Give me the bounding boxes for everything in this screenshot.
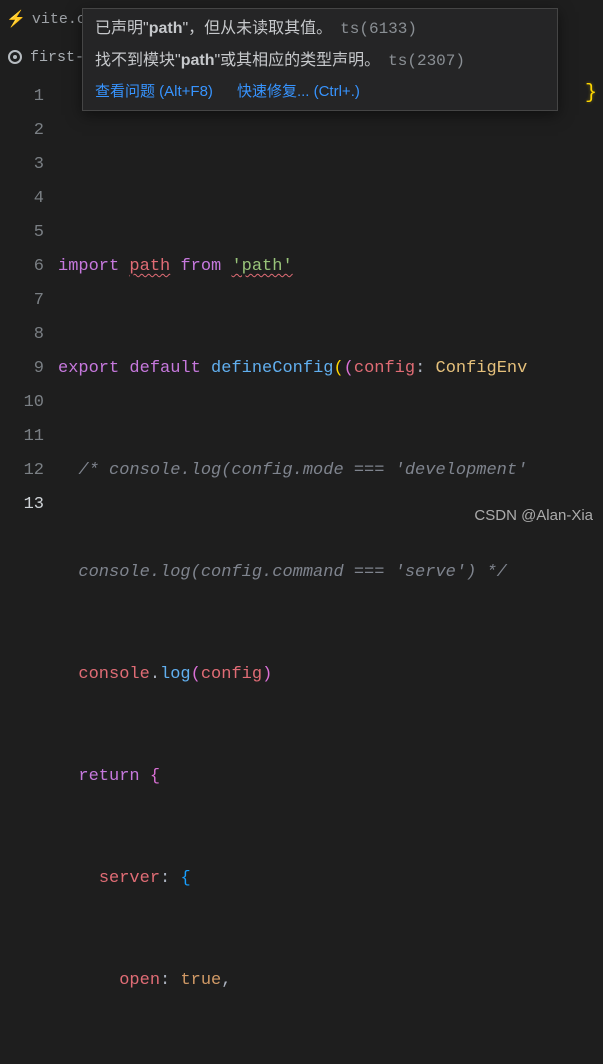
line-number: 1: [0, 80, 44, 114]
code-line[interactable]: export default defineConfig((config: Con…: [58, 352, 603, 386]
vite-icon: ⚡: [6, 9, 26, 29]
watermark: CSDN @Alan-Xia: [474, 507, 593, 524]
line-number: 2: [0, 114, 44, 148]
code-line[interactable]: import path from 'path': [58, 250, 603, 284]
symbol-icon: [8, 50, 22, 64]
code-line[interactable]: server: {: [58, 862, 603, 896]
line-number: 3: [0, 148, 44, 182]
diagnostic-actions: 查看问题 (Alt+F8) 快速修复... (Ctrl+.): [95, 81, 545, 104]
code-line[interactable]: open: true,: [58, 964, 603, 998]
code-line[interactable]: console.log(config.command === 'serve') …: [58, 556, 603, 590]
line-number: 13: [0, 488, 44, 522]
line-number: 12: [0, 454, 44, 488]
code-line[interactable]: console.log(config): [58, 658, 603, 692]
line-number: 7: [0, 284, 44, 318]
code-line[interactable]: /* console.log(config.mode === 'developm…: [58, 454, 603, 488]
view-problem-link[interactable]: 查看问题 (Alt+F8): [95, 81, 213, 104]
line-number: 4: [0, 182, 44, 216]
line-number: 6: [0, 250, 44, 284]
line-number: 5: [0, 216, 44, 250]
code-line[interactable]: return {: [58, 760, 603, 794]
line-number: 11: [0, 420, 44, 454]
line-number: 9: [0, 352, 44, 386]
diagnostic-message: 已声明"path"，但从未读取其值。ts(6133): [95, 17, 545, 41]
diagnostic-hover: 已声明"path"，但从未读取其值。ts(6133) 找不到模块"path"或其…: [82, 8, 558, 111]
line-number: 10: [0, 386, 44, 420]
diagnostic-message: 找不到模块"path"或其相应的类型声明。ts(2307): [95, 49, 545, 73]
line-gutter: 1 2 3 4 5 6 7 8 9 10 11 12 13: [0, 76, 58, 532]
code-line[interactable]: [58, 148, 603, 182]
quick-fix-link[interactable]: 快速修复... (Ctrl+.): [237, 81, 360, 104]
minimap-overflow-brace: }: [585, 82, 597, 105]
code-editor[interactable]: 1 2 3 4 5 6 7 8 9 10 11 12 13 import pat…: [0, 76, 603, 532]
code-area[interactable]: import path from 'path' export default d…: [58, 76, 603, 532]
line-number: 8: [0, 318, 44, 352]
